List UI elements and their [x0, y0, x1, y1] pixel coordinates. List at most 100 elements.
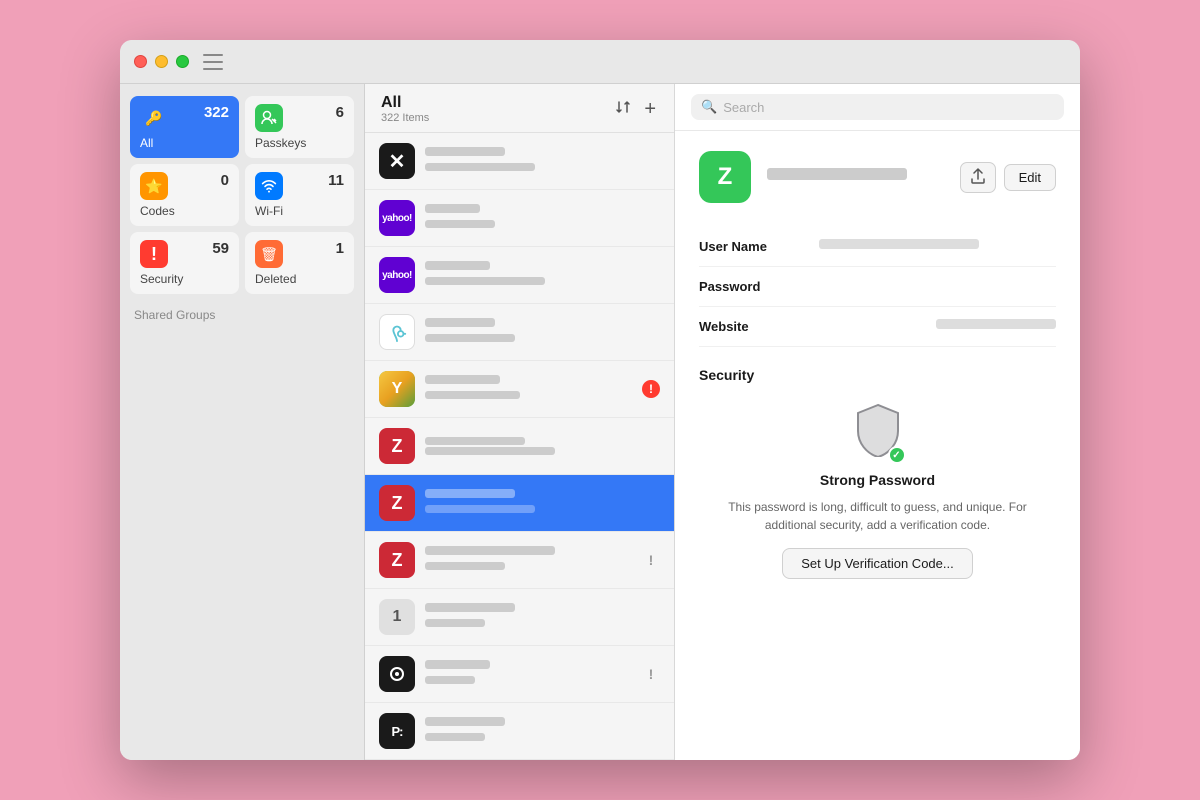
security-section-title: Security — [699, 367, 1056, 383]
item-sub — [425, 676, 636, 688]
item-icon-health — [379, 314, 415, 350]
wifi-count: 11 — [328, 172, 344, 189]
shield-icon: ✓ — [854, 403, 902, 462]
codes-count: 0 — [221, 172, 229, 189]
all-count: 322 — [204, 104, 229, 121]
sidebar: 🔑 322 All 6 Passkeys — [120, 84, 365, 760]
item-name — [425, 546, 636, 561]
item-sub — [425, 391, 636, 403]
list-item[interactable]: yahoo! — [365, 190, 674, 247]
item-name — [425, 147, 660, 162]
sidebar-item-deleted[interactable]: 🗑 1 Deleted — [245, 232, 354, 294]
setup-verification-button[interactable]: Set Up Verification Code... — [782, 548, 972, 579]
item-sub — [425, 733, 660, 745]
list-item[interactable]: Y ! — [365, 361, 674, 418]
item-sub — [425, 220, 660, 232]
list-subtitle: 322 Items — [381, 112, 429, 124]
item-name — [425, 603, 660, 618]
security-status: ✓ Strong Password This password is long,… — [699, 403, 1056, 579]
share-button[interactable] — [960, 162, 996, 193]
item-name — [425, 660, 636, 675]
item-name — [425, 318, 660, 333]
passkeys-count: 6 — [336, 104, 344, 121]
fullscreen-button[interactable] — [176, 55, 189, 68]
codes-label: Codes — [140, 204, 229, 218]
field-username: User Name — [699, 227, 1056, 267]
item-sub — [425, 619, 660, 631]
item-sub — [425, 505, 660, 517]
security-section: Security ✓ Strong Password This password… — [699, 367, 1056, 579]
item-icon-1password — [379, 656, 415, 692]
minimize-button[interactable] — [155, 55, 168, 68]
detail-content: Z Edit User Name — [675, 131, 1080, 760]
add-button[interactable]: + — [642, 96, 658, 123]
item-name — [425, 204, 660, 219]
item-icon-yubikey: Y — [379, 371, 415, 407]
codes-icon: ⭐ — [140, 172, 168, 200]
deleted-icon: 🗑 — [255, 240, 283, 268]
list-item[interactable]: yahoo! — [365, 247, 674, 304]
sidebar-item-codes[interactable]: ⭐ 0 Codes — [130, 164, 239, 226]
field-password: Password — [699, 267, 1056, 307]
sidebar-item-wifi[interactable]: 11 Wi-Fi — [245, 164, 354, 226]
detail-title-area — [767, 168, 944, 186]
detail-actions: Edit — [960, 162, 1056, 193]
list-item[interactable]: P: — [365, 703, 674, 760]
list-item[interactable]: Z — [365, 418, 674, 475]
sidebar-item-security[interactable]: ! 59 Security — [130, 232, 239, 294]
list-item[interactable]: ! — [365, 646, 674, 703]
wifi-label: Wi-Fi — [255, 204, 344, 218]
field-website: Website — [699, 307, 1056, 347]
security-count: 59 — [212, 240, 229, 257]
item-icon-1: 1 — [379, 599, 415, 635]
list-items: ✕ yahoo! — [365, 133, 674, 760]
edit-button[interactable]: Edit — [1004, 164, 1056, 191]
sidebar-toggle-button[interactable] — [203, 54, 223, 70]
detail-avatar: Z — [699, 151, 751, 203]
search-input-wrap: 🔍 — [691, 94, 1064, 120]
item-name — [425, 717, 660, 732]
item-sub — [425, 562, 636, 574]
wifi-icon — [255, 172, 283, 200]
sidebar-item-passkeys[interactable]: 6 Passkeys — [245, 96, 354, 158]
item-icon-pockity: P: — [379, 713, 415, 749]
check-badge: ✓ — [888, 446, 906, 464]
password-label: Password — [699, 279, 819, 294]
website-value — [819, 319, 1056, 334]
item-icon-yahoo2: yahoo! — [379, 257, 415, 293]
list-item[interactable] — [365, 304, 674, 361]
detail-app-name — [767, 168, 907, 180]
deleted-count: 1 — [336, 240, 344, 257]
search-bar: 🔍 — [675, 84, 1080, 131]
detail-header: Z Edit — [699, 151, 1056, 203]
username-label: User Name — [699, 239, 819, 254]
exclaim-badge: ! — [642, 551, 660, 569]
list-item[interactable]: Z ! — [365, 532, 674, 589]
item-icon-zotero1: Z — [379, 428, 415, 464]
security-status-title: Strong Password — [820, 472, 935, 488]
item-name — [425, 261, 660, 276]
content-area: 🔑 322 All 6 Passkeys — [120, 84, 1080, 760]
list-title: All — [381, 94, 429, 112]
security-status-desc: This password is long, difficult to gues… — [728, 498, 1028, 534]
sidebar-item-all[interactable]: 🔑 322 All — [130, 96, 239, 158]
warning-badge: ! — [642, 380, 660, 398]
item-icon-x: ✕ — [379, 143, 415, 179]
category-grid: 🔑 322 All 6 Passkeys — [130, 96, 354, 294]
item-name — [425, 437, 660, 455]
detail-panel: 🔍 Z Edit — [675, 84, 1080, 760]
item-sub — [425, 163, 660, 175]
item-sub — [425, 334, 660, 346]
shared-groups-label: Shared Groups — [130, 308, 354, 322]
list-item[interactable]: 1 — [365, 589, 674, 646]
search-input[interactable] — [723, 100, 1054, 115]
security-label: Security — [140, 272, 229, 286]
list-item[interactable]: ✕ — [365, 133, 674, 190]
close-button[interactable] — [134, 55, 147, 68]
item-sub — [425, 277, 660, 289]
list-header: All 322 Items + — [365, 84, 674, 133]
search-icon: 🔍 — [701, 99, 717, 115]
title-bar — [120, 40, 1080, 84]
sort-button[interactable] — [612, 96, 634, 123]
list-item-selected[interactable]: Z — [365, 475, 674, 532]
